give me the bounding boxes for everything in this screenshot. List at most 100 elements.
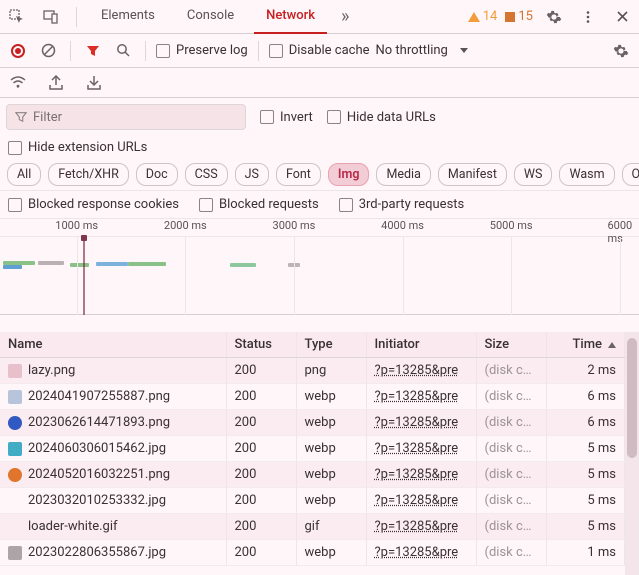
cell-time: 1 ms xyxy=(546,540,625,566)
disable-cache-checkbox[interactable]: Disable cache xyxy=(269,43,370,58)
scrollbar-thumb[interactable] xyxy=(627,338,637,458)
filter-pill-manifest[interactable]: Manifest xyxy=(438,163,507,186)
table-row[interactable]: 2024041907255887.png200webp?p=13285&pre(… xyxy=(0,384,625,410)
filter-pill-css[interactable]: CSS xyxy=(185,163,228,186)
network-timeline[interactable]: 1000 ms2000 ms3000 ms4000 ms5000 ms6000 … xyxy=(0,219,639,315)
wifi-icon[interactable] xyxy=(6,71,30,95)
filter-pill-other[interactable]: Other xyxy=(622,163,639,186)
filter-pill-wasm[interactable]: Wasm xyxy=(559,163,614,186)
cell-time: 6 ms xyxy=(546,410,625,436)
tab-console[interactable]: Console xyxy=(175,0,246,34)
initiator-link[interactable]: ?p=13285&pre xyxy=(375,415,459,430)
cell-size: (disk c… xyxy=(476,540,546,566)
cell-size: (disk c… xyxy=(476,488,546,514)
initiator-link[interactable]: ?p=13285&pre xyxy=(375,545,459,560)
cell-status: 200 xyxy=(226,488,296,514)
network-conditions-gear-icon[interactable] xyxy=(609,39,633,63)
cell-initiator: ?p=13285&pre xyxy=(366,410,476,436)
filter-pill-media[interactable]: Media xyxy=(376,163,430,186)
export-har-icon[interactable] xyxy=(44,71,68,95)
initiator-link[interactable]: ?p=13285&pre xyxy=(375,519,459,534)
preserve-log-checkbox[interactable]: Preserve log xyxy=(156,43,248,58)
blocked-cookies-checkbox[interactable]: Blocked response cookies xyxy=(8,197,179,212)
warning-square-icon xyxy=(505,12,515,22)
filter-pill-all[interactable]: All xyxy=(7,163,41,186)
cell-initiator: ?p=13285&pre xyxy=(366,488,476,514)
filter-input-wrapper[interactable] xyxy=(6,104,246,130)
cell-status: 200 xyxy=(226,436,296,462)
invert-label: Invert xyxy=(280,110,313,125)
filter-pill-font[interactable]: Font xyxy=(276,163,321,186)
table-row[interactable]: 2023032010253332.jpg200webp?p=13285&pre(… xyxy=(0,488,625,514)
clear-button[interactable] xyxy=(36,39,60,63)
more-tabs-icon[interactable]: » xyxy=(335,6,355,27)
kebab-menu-icon[interactable] xyxy=(575,4,601,30)
cell-name: 2023022806355867.jpg xyxy=(0,540,226,566)
cell-status: 200 xyxy=(226,540,296,566)
filter-bar: Invert Hide data URLs xyxy=(0,98,639,136)
import-har-icon[interactable] xyxy=(82,71,106,95)
table-row[interactable]: 2024060306015462.jpg200webp?p=13285&pre(… xyxy=(0,436,625,462)
settings-gear-icon[interactable] xyxy=(541,4,567,30)
file-icon xyxy=(8,520,22,534)
thirdparty-checkbox[interactable]: 3rd-party requests xyxy=(339,197,465,212)
table-row[interactable]: loader-white.gif200gif?p=13285&pre(disk … xyxy=(0,514,625,540)
vertical-scrollbar[interactable] xyxy=(625,332,639,575)
record-button[interactable] xyxy=(6,39,30,63)
initiator-link[interactable]: ?p=13285&pre xyxy=(375,467,459,482)
filter-input[interactable] xyxy=(33,110,237,125)
table-row[interactable]: 2023022806355867.jpg200webp?p=13285&pre(… xyxy=(0,540,625,566)
cell-size: (disk c… xyxy=(476,436,546,462)
issues-count[interactable]: 15 xyxy=(505,9,533,24)
col-name[interactable]: Name xyxy=(0,332,226,358)
filter-pill-fetch-xhr[interactable]: Fetch/XHR xyxy=(48,163,129,186)
cell-time: 6 ms xyxy=(546,384,625,410)
cell-type: png xyxy=(296,358,366,384)
filter-pill-img[interactable]: Img xyxy=(328,163,370,186)
device-toolbar-icon[interactable] xyxy=(38,4,64,30)
timeline-tick: 2000 ms xyxy=(164,219,207,232)
cell-name: lazy.png xyxy=(0,358,226,384)
tab-network[interactable]: Network xyxy=(254,0,327,34)
resource-type-filters: All Fetch/XHR Doc CSS JS Font Img Media Manifest… xyxy=(0,159,639,191)
cell-name: 2024041907255887.png xyxy=(0,384,226,410)
hide-extension-checkbox[interactable]: Hide extension URLs xyxy=(8,140,147,155)
initiator-link[interactable]: ?p=13285&pre xyxy=(375,363,459,378)
initiator-link[interactable]: ?p=13285&pre xyxy=(375,441,459,456)
cell-name: 2024052016032251.png xyxy=(0,462,226,488)
close-devtools-icon[interactable] xyxy=(609,4,635,30)
col-status[interactable]: Status xyxy=(226,332,296,358)
file-icon xyxy=(8,416,22,430)
cell-type: webp xyxy=(296,410,366,436)
timeline-tick: 5000 ms xyxy=(490,219,533,232)
col-time[interactable]: Time xyxy=(546,332,625,358)
cell-name: 2024060306015462.jpg xyxy=(0,436,226,462)
separator xyxy=(145,41,146,61)
tab-elements[interactable]: Elements xyxy=(89,0,167,34)
cell-time: 5 ms xyxy=(546,488,625,514)
filter-pill-ws[interactable]: WS xyxy=(514,163,553,186)
filter-pill-js[interactable]: JS xyxy=(235,163,269,186)
table-row[interactable]: lazy.png200png?p=13285&pre(disk c…2 ms xyxy=(0,358,625,384)
warnings-count[interactable]: 14 xyxy=(468,9,498,24)
invert-checkbox[interactable]: Invert xyxy=(260,110,313,125)
throttling-dropdown[interactable]: No throttling xyxy=(376,43,474,58)
thirdparty-label: 3rd-party requests xyxy=(359,197,465,212)
filter-pill-doc[interactable]: Doc xyxy=(136,163,178,186)
initiator-link[interactable]: ?p=13285&pre xyxy=(375,493,459,508)
preserve-log-label: Preserve log xyxy=(176,43,248,58)
table-row[interactable]: 2024052016032251.png200webp?p=13285&pre(… xyxy=(0,462,625,488)
funnel-icon xyxy=(15,111,27,123)
search-icon[interactable] xyxy=(111,39,135,63)
initiator-link[interactable]: ?p=13285&pre xyxy=(375,389,459,404)
col-type[interactable]: Type xyxy=(296,332,366,358)
inspect-element-icon[interactable] xyxy=(4,4,30,30)
hide-data-urls-checkbox[interactable]: Hide data URLs xyxy=(327,110,436,125)
filter-funnel-icon[interactable] xyxy=(81,39,105,63)
col-size[interactable]: Size xyxy=(476,332,546,358)
col-initiator[interactable]: Initiator xyxy=(366,332,476,358)
blocked-requests-checkbox[interactable]: Blocked requests xyxy=(199,197,319,212)
network-toolbar-2 xyxy=(0,68,639,98)
table-row[interactable]: 2023062614471893.png200webp?p=13285&pre(… xyxy=(0,410,625,436)
file-icon xyxy=(8,494,22,508)
